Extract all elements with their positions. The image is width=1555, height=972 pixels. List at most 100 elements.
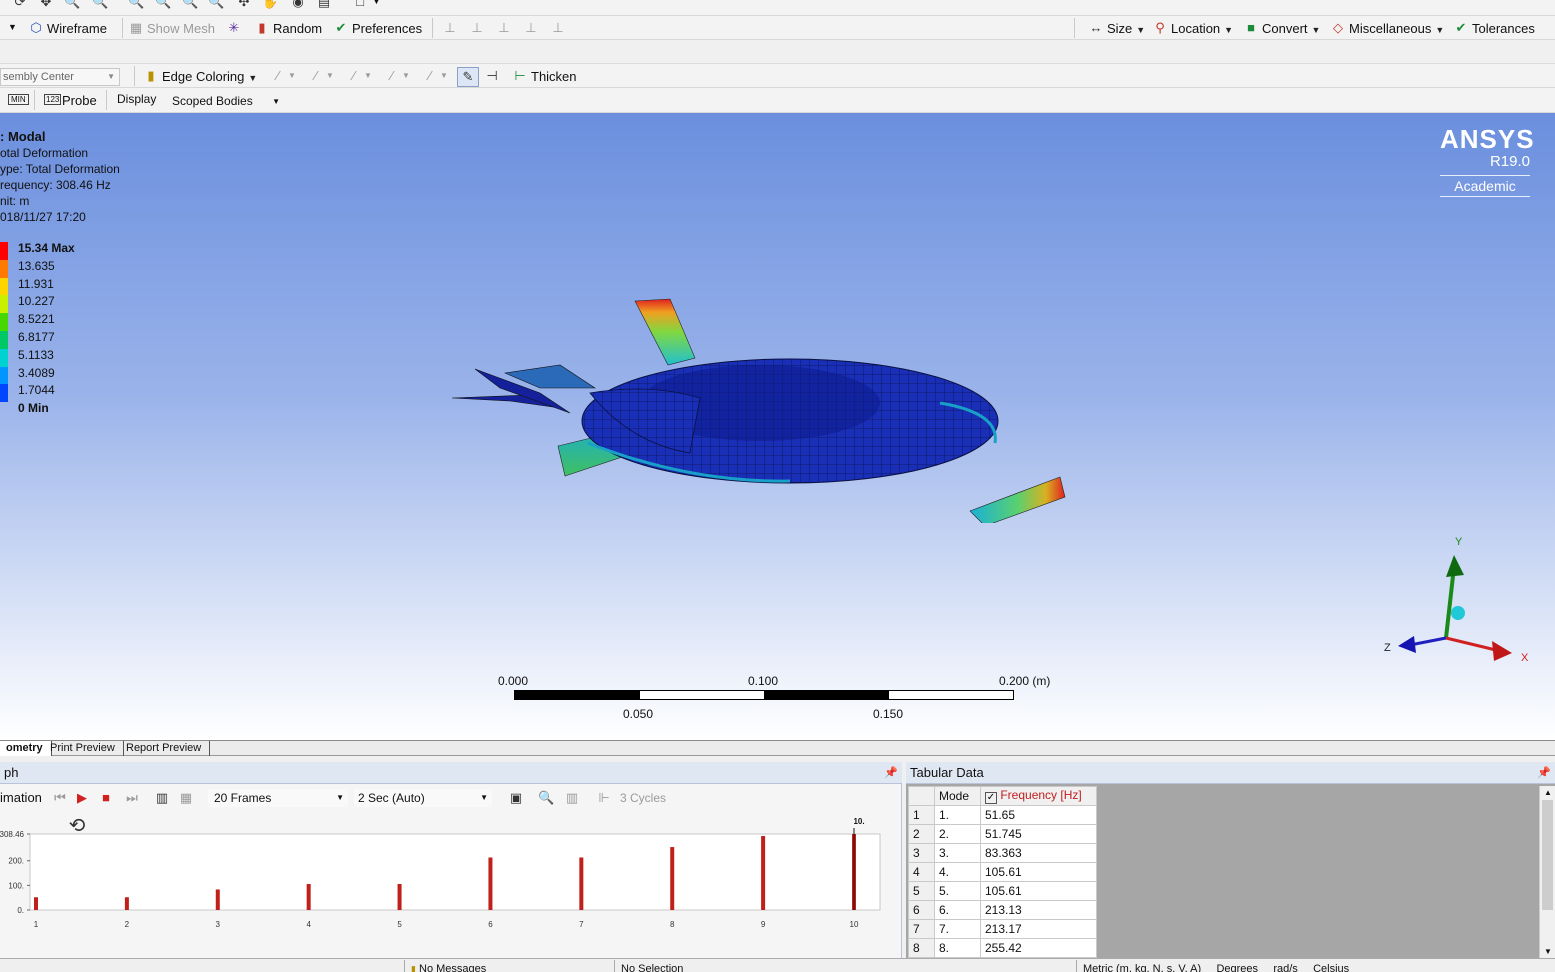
scroll-down-icon[interactable]: ▼	[1544, 947, 1552, 956]
row-number: 1	[908, 805, 935, 825]
size-arrows-icon: ↔	[1089, 20, 1103, 35]
edge-coloring-menu[interactable]: ▮ Edge Coloring	[143, 66, 257, 86]
mode-cell: 2.	[934, 824, 981, 844]
legend-swatch	[0, 313, 8, 332]
rotate-icon[interactable]: ⟳	[12, 0, 28, 10]
bar-mode-5[interactable]	[397, 883, 402, 910]
stop-icon[interactable]: ■	[98, 790, 114, 806]
color-legend[interactable]: 15.34 Max 13.635 11.931 10.227 8.5221 6.8177 5…	[0, 240, 120, 420]
table-row[interactable]: 7 7. 213.17	[908, 919, 1097, 939]
assembly-center-select[interactable]: sembly Center ▼	[0, 68, 120, 86]
table-row[interactable]: 3 3. 83.363	[908, 843, 1097, 863]
pin-icon[interactable]: ✎	[457, 67, 479, 87]
export-video-icon[interactable]: ▣	[508, 790, 524, 806]
frequency-checkbox[interactable]: ✓	[985, 792, 997, 804]
next-frame-icon[interactable]: ⏭	[124, 790, 140, 806]
legend-swatch	[0, 242, 8, 260]
box-zoom-icon[interactable]: 🔍	[92, 0, 108, 10]
arm-top	[634, 298, 696, 366]
graphics-viewport[interactable]: : Modal otal Deformation ype: Total Defo…	[0, 113, 1555, 740]
edge-display-icon-4[interactable]: ⁄	[384, 68, 400, 84]
toolbar-dropdown-arrow-icon[interactable]: ▼	[8, 22, 17, 32]
isometric-icon[interactable]: ✋	[262, 0, 278, 10]
model-mesh[interactable]	[440, 293, 1090, 523]
x-tick-label: 1	[34, 920, 39, 929]
frames-select[interactable]: 20 Frames ▼	[208, 789, 348, 807]
bar-mode-1[interactable]	[34, 897, 38, 910]
size-menu[interactable]: ↔ Size	[1088, 18, 1145, 38]
table-row[interactable]: 1 1. 51.65	[908, 805, 1097, 825]
location-menu[interactable]: ⚲ Location	[1152, 18, 1233, 38]
triad-arrows-icon[interactable]: ✳	[226, 20, 242, 36]
select-all-icon[interactable]: ▥	[564, 790, 580, 806]
scroll-thumb[interactable]	[1542, 800, 1553, 910]
table-row[interactable]: 6 6. 213.13	[908, 900, 1097, 920]
wireframe-button[interactable]: ⬡ Wireframe	[28, 18, 107, 38]
probe-button[interactable]: 123 Probe	[44, 90, 97, 110]
x-tick-label: 5	[397, 920, 402, 929]
thicken-button[interactable]: ⊢ Thicken	[512, 66, 576, 86]
window-dropdown-arrow-icon[interactable]: ▼	[372, 0, 381, 6]
face-select-icon[interactable]: ⊥	[496, 20, 512, 36]
bar-mode-4[interactable]	[306, 883, 311, 910]
bar-mode-8[interactable]	[670, 847, 675, 910]
tolerances-button[interactable]: ✔ Tolerances	[1453, 18, 1535, 38]
camera-icon[interactable]: ◉	[290, 0, 306, 10]
bar-mode-2[interactable]	[124, 897, 129, 910]
bar-mode-3[interactable]	[215, 889, 220, 910]
pan-icon[interactable]: ✥	[38, 0, 54, 10]
frequency-cell: 83.363	[980, 843, 1097, 863]
bar-mode-7[interactable]	[579, 857, 584, 910]
table-row[interactable]: 5 5. 105.61	[908, 881, 1097, 901]
vertex-select-icon[interactable]: ⊥	[442, 20, 458, 36]
distributed-frames-icon[interactable]: ▥	[154, 790, 170, 806]
edge-select-icon[interactable]: ⊥	[469, 20, 485, 36]
table-row[interactable]: 8 8. 255.42	[908, 938, 1097, 958]
random-colors-button[interactable]: ▮ Random	[254, 18, 322, 38]
tab-print-preview[interactable]: Print Preview	[44, 741, 124, 756]
edge-display-icon-1[interactable]: ⁄	[270, 68, 286, 84]
graph-panel-pin-icon[interactable]: 📌	[884, 762, 898, 784]
previous-frame-icon[interactable]: ⏮	[52, 790, 68, 806]
preferences-button[interactable]: ✔ Preferences	[333, 18, 423, 38]
edge-display-icon-5[interactable]: ⁄	[422, 68, 438, 84]
bar-mode-9[interactable]	[761, 836, 766, 910]
body-select-icon[interactable]: ⊥	[523, 20, 539, 36]
mode-column-header[interactable]: Mode	[934, 786, 981, 806]
zoom-icon[interactable]: 🔍	[64, 0, 80, 10]
play-icon[interactable]: ▶	[74, 790, 90, 806]
status-messages[interactable]: ▮ No Messages	[404, 960, 614, 972]
status-units[interactable]: Metric (m, kg, N, s, V, A) Degrees rad/s…	[1076, 960, 1555, 972]
tabular-scrollbar[interactable]: ▲ ▼	[1539, 786, 1555, 958]
frequency-column-header[interactable]: ✓ Frequency [Hz]	[980, 786, 1097, 806]
print-icon[interactable]: ▤	[316, 0, 332, 10]
bar-mode-6[interactable]	[488, 857, 493, 910]
show-mesh-button[interactable]: ▦ Show Mesh	[128, 18, 215, 38]
axis-triad[interactable]: Y X Z	[1380, 533, 1540, 673]
result-frames-icon[interactable]: ▦	[178, 790, 194, 806]
scroll-up-icon[interactable]: ▲	[1544, 788, 1552, 797]
frequency-bar-chart[interactable]: 0. 100. 200. 308.46 1 2 3 4 5 6 7 8 9 10 10.	[0, 812, 902, 934]
view-next-icon[interactable]: ✣	[236, 0, 252, 10]
tab-report-preview[interactable]: Report Preview	[120, 741, 211, 756]
zoom-fit-icon[interactable]: 🔍	[128, 0, 144, 10]
miscellaneous-menu[interactable]: ◇ Miscellaneous	[1330, 18, 1444, 38]
convert-menu[interactable]: ■ Convert	[1243, 18, 1320, 38]
display-select[interactable]: Scoped Bodies ▼	[168, 93, 282, 110]
explode-icon[interactable]: ⊣	[484, 68, 500, 84]
view-previous-icon[interactable]: 🔍	[208, 0, 224, 10]
duration-select[interactable]: 2 Sec (Auto) ▼	[354, 789, 492, 807]
table-row[interactable]: 2 2. 51.745	[908, 824, 1097, 844]
min-max-icon[interactable]: MIN	[8, 94, 29, 105]
magnifier-icon[interactable]: 🔍	[182, 0, 198, 10]
messages-icon: ▮	[411, 964, 416, 972]
zoom-to-fit-icon[interactable]: 🔍	[538, 790, 554, 806]
window-icon[interactable]: □	[352, 0, 368, 10]
edge-display-icon-2[interactable]: ⁄	[308, 68, 324, 84]
cycles-icon[interactable]: ⊩	[596, 790, 612, 806]
zoom-selection-icon[interactable]: 🔍	[155, 0, 171, 10]
edge-display-icon-3[interactable]: ⁄	[346, 68, 362, 84]
table-row[interactable]: 4 4. 105.61	[908, 862, 1097, 882]
node-select-icon[interactable]: ⊥	[550, 20, 566, 36]
tabular-panel-pin-icon[interactable]: 📌	[1537, 762, 1551, 784]
